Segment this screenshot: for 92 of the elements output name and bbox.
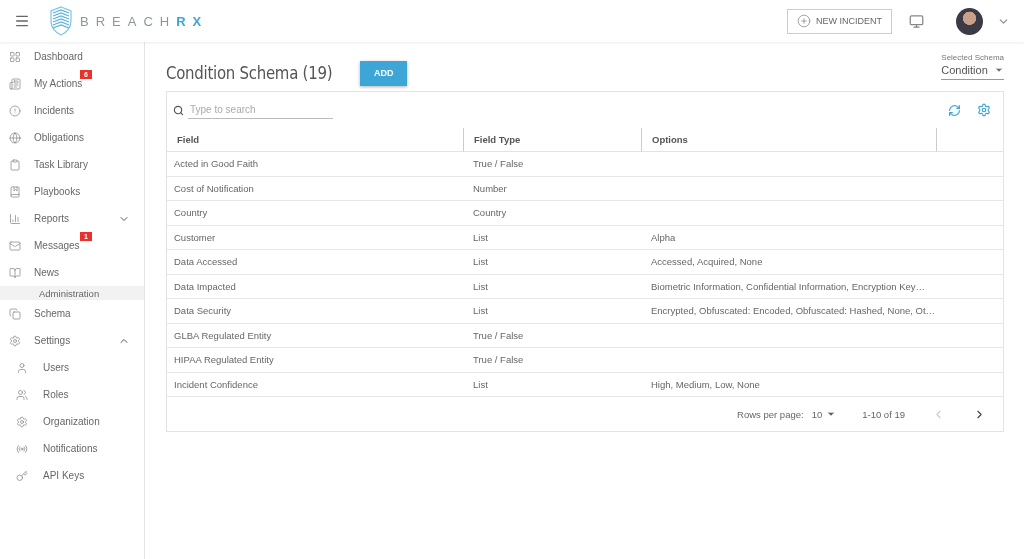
nav-label: Playbooks [34,186,81,197]
table-cell: True / False [463,152,641,177]
page-range: 1-10 of 19 [862,408,905,420]
table-cell: Accessed, Acquired, None [641,250,936,275]
nav-label: News [34,267,59,278]
table-cell: High, Medium, Low, None [641,372,936,397]
antenna-icon [16,442,28,455]
table-cell: GLBA Regulated Entity [167,323,463,348]
book-icon [9,185,21,198]
alert-icon [9,104,21,117]
sidebar-item[interactable]: Users [0,354,144,381]
column-header[interactable]: Field [167,128,463,152]
nav-label: Roles [43,389,69,400]
column-header[interactable]: Field Type [463,128,641,152]
grid-icon [9,50,21,63]
table-cell: Country [167,201,463,226]
column-header[interactable]: Options [641,128,936,152]
sidebar-item[interactable]: Incidents [0,97,144,124]
nav-label: Schema [34,308,71,319]
sidebar-item[interactable]: News [0,259,144,286]
clipboard-icon [9,158,21,171]
copy-icon [9,307,21,320]
nav-label: Reports [34,213,69,224]
nav-label: API Keys [43,470,85,481]
nav-label: Dashboard [34,51,83,62]
select-label: Selected Schema [941,52,1004,62]
users-icon [16,388,28,401]
table-cell: HIPAA Regulated Entity [167,348,463,373]
table-cell: Acted in Good Faith [167,152,463,177]
plus-icon [797,14,811,28]
nav-label: Messages [34,240,80,251]
menu-icon[interactable] [14,13,30,29]
sidebar-item[interactable]: Organization [0,408,144,435]
globe-icon [9,131,21,144]
sidebar-item[interactable]: Playbooks [0,178,144,205]
nav-label: Task Library [34,159,88,170]
table-cell: Country [463,201,641,226]
bar-chart-icon [9,212,21,225]
table-cell: Data Impacted [167,274,463,299]
rows-per-page-label: Rows per page: [737,408,804,420]
nav-label: My Actions [34,78,83,89]
sidebar-item[interactable]: Schema [0,300,144,327]
caret-icon [826,409,837,419]
sidebar-item[interactable]: Roles [0,381,144,408]
rows-per-page-select[interactable]: 10 [811,408,837,420]
settings-icon [9,334,21,347]
nav-label: Notifications [43,443,98,454]
table-cell: Cost of Notification [167,176,463,201]
table-cell: List [463,299,641,324]
table-cell: Data Security [167,299,463,324]
refresh-icon[interactable] [948,103,961,117]
sidebar-item[interactable]: API Keys [0,462,144,489]
sidebar-item[interactable]: Dashboard [0,43,144,70]
sidebar-item[interactable]: Settings [0,327,144,354]
nav-label: Settings [34,335,71,346]
table-cell: Number [463,176,641,201]
table-cell: List [463,250,641,275]
page-title: Condition Schema (19) [166,63,333,83]
sidebar-item[interactable]: Notifications [0,435,144,462]
shield-logo-icon [50,6,72,36]
table-cell: True / False [463,348,641,373]
nav-label: Incidents [34,105,75,116]
nav-label: Users [43,362,70,373]
search-icon [173,104,184,116]
sidebar-item[interactable]: Obligations [0,124,144,151]
monitor-icon[interactable] [909,13,924,29]
settings-icon [16,415,28,428]
table-cell: Incident Confidence [167,372,463,397]
settings-icon[interactable] [977,103,991,117]
nav-label: Organization [43,416,100,427]
table-cell: True / False [463,323,641,348]
nav-label: Obligations [34,132,85,143]
table-cell: List [463,372,641,397]
table-cell: Data Accessed [167,250,463,275]
logo-text: BREACH RX [80,13,209,29]
table-cell: Alpha [641,225,936,250]
schema-select[interactable]: Condition [941,61,1004,80]
new-incident-button[interactable]: NEW INCIDENT [787,8,892,34]
table-cell: Biometric Information, Confidential Information, Encryption Key… [641,274,936,299]
section-heading: Administration [0,286,144,300]
avatar[interactable] [956,7,983,35]
book-icon [9,266,21,279]
table-cell: Customer [167,225,463,250]
table-cell: Encrypted, Obfuscated: Encoded, Obfuscated: Hashed, None, Ot… [641,299,936,324]
key-icon [16,469,28,482]
mail-icon [9,239,21,252]
sidebar-item[interactable]: Task Library [0,151,144,178]
table-cell: List [463,225,641,250]
user-icon [16,361,28,374]
list-icon [9,77,21,90]
table-cell: List [463,274,641,299]
sidebar-item[interactable]: Reports [0,205,144,232]
